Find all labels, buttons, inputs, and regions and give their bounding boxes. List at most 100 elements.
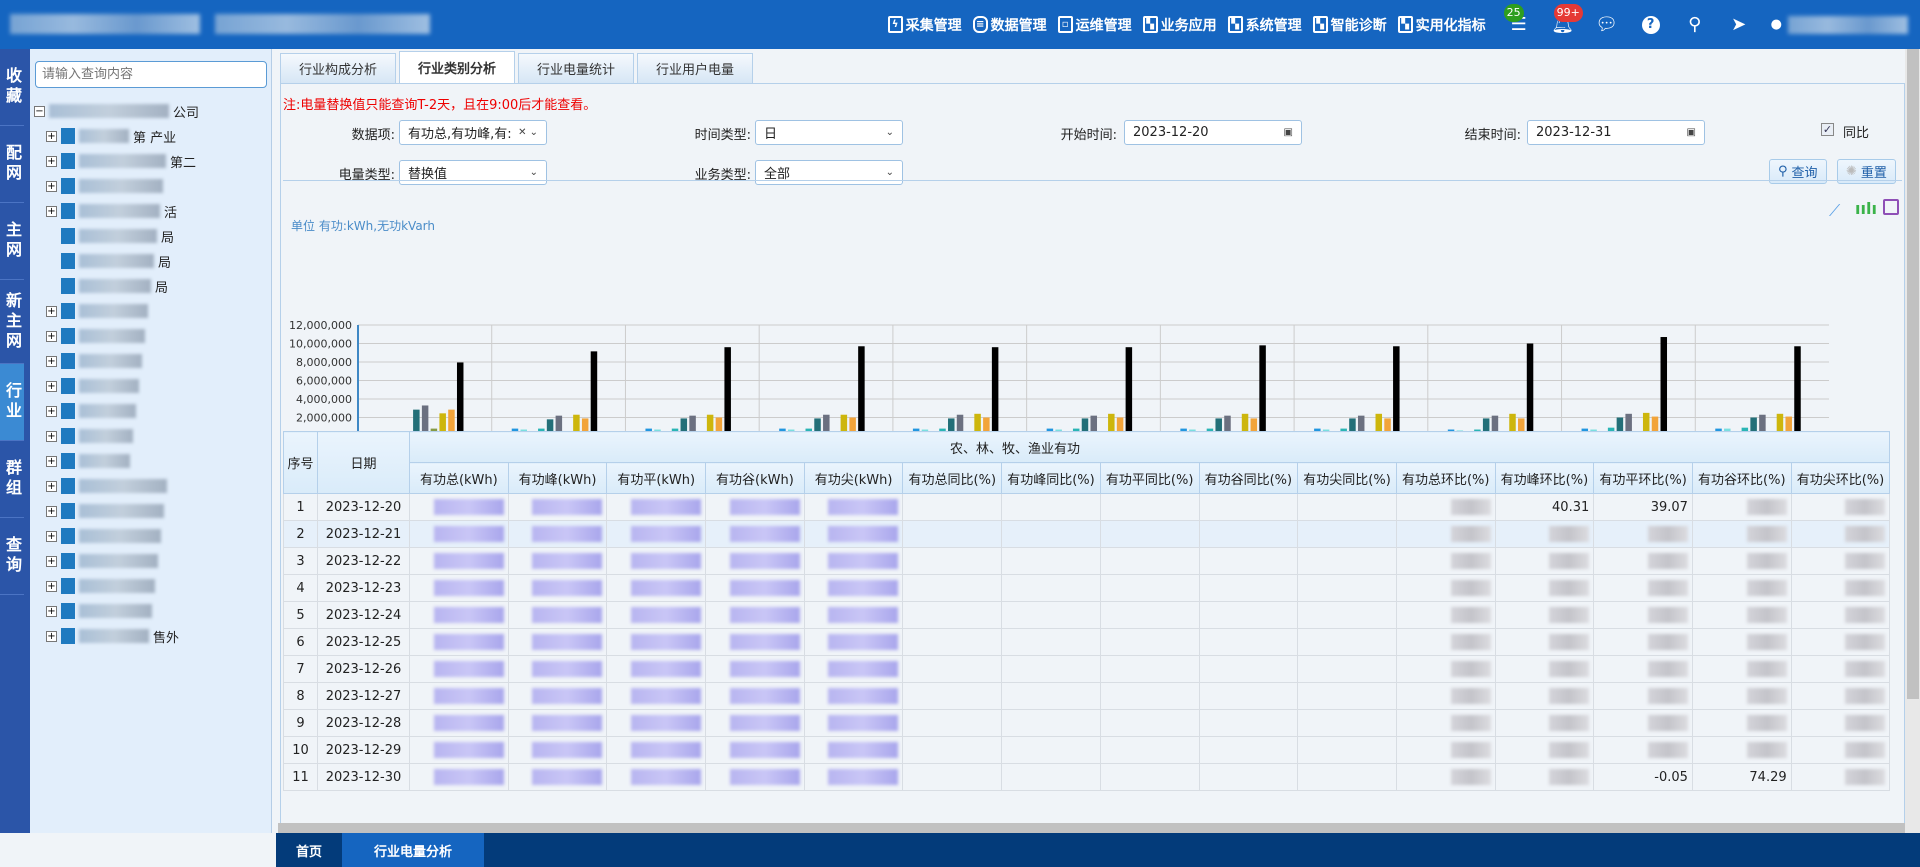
user-menu[interactable]: ● — [1771, 15, 1908, 34]
table-cell[interactable] — [507, 493, 608, 521]
nav-system[interactable]: ▚ 系统管理 — [1227, 15, 1302, 35]
nav-diagnosis[interactable]: ▚ 智能诊断 — [1312, 15, 1387, 35]
table-cell[interactable] — [705, 574, 805, 602]
value-link[interactable] — [729, 634, 800, 650]
table-cell[interactable] — [409, 628, 509, 656]
tree-item[interactable]: 局 — [46, 276, 168, 296]
expand-icon[interactable]: + — [46, 380, 57, 392]
expand-icon[interactable]: + — [46, 180, 57, 192]
expand-icon[interactable]: + — [46, 405, 57, 417]
tree-item[interactable]: + — [46, 526, 165, 546]
value-link[interactable] — [433, 742, 504, 758]
expand-icon[interactable]: + — [46, 130, 57, 142]
table-cell[interactable] — [606, 520, 707, 548]
value-link[interactable] — [631, 769, 702, 785]
expand-icon[interactable]: + — [46, 505, 57, 517]
value-link[interactable] — [729, 526, 800, 542]
table-cell[interactable] — [705, 709, 805, 737]
tree-item[interactable]: + — [46, 451, 134, 471]
bar-有功总-12-27[interactable] — [1393, 346, 1400, 435]
table-cell[interactable] — [606, 682, 707, 710]
table-cell[interactable] — [705, 628, 805, 656]
value-link[interactable] — [828, 526, 899, 542]
value-link[interactable] — [433, 715, 504, 731]
tree-item[interactable]: + 第 产业 — [46, 126, 176, 146]
value-link[interactable] — [532, 526, 603, 542]
table-cell[interactable] — [705, 520, 805, 548]
value-link[interactable] — [433, 553, 504, 569]
value-link[interactable] — [532, 742, 603, 758]
value-link[interactable] — [532, 688, 603, 704]
tree-item[interactable]: + 第二 — [46, 151, 196, 171]
expand-icon[interactable]: + — [46, 330, 57, 342]
nav-collect[interactable]: ϟ 采集管理 — [887, 15, 962, 35]
expand-icon[interactable]: + — [46, 480, 57, 492]
nav-business[interactable]: ▚ 业务应用 — [1142, 15, 1217, 35]
value-link[interactable] — [729, 769, 800, 785]
table-cell[interactable] — [409, 547, 509, 575]
table-cell[interactable] — [507, 628, 608, 656]
tab-1[interactable]: 行业类别分析 — [399, 51, 516, 83]
column-header[interactable]: 有功尖同比(%) — [1297, 462, 1397, 494]
tree-item[interactable]: + — [46, 476, 171, 496]
value-link[interactable] — [532, 769, 603, 785]
expand-icon[interactable]: + — [46, 205, 57, 217]
table-cell[interactable] — [803, 628, 904, 656]
column-header[interactable]: 有功平环比(%) — [1593, 462, 1693, 494]
calendar-icon[interactable]: ▣ — [1284, 127, 1293, 138]
value-link[interactable] — [631, 526, 702, 542]
table-cell[interactable] — [803, 763, 904, 791]
value-link[interactable] — [433, 661, 504, 677]
value-link[interactable] — [729, 499, 800, 515]
tree-item[interactable]: + — [46, 576, 159, 596]
value-link[interactable] — [631, 499, 702, 515]
expand-icon[interactable]: + — [46, 155, 57, 167]
value-link[interactable] — [631, 634, 702, 650]
bar-有功总-12-20[interactable] — [456, 362, 464, 435]
table-cell[interactable] — [606, 601, 707, 629]
value-link[interactable] — [828, 742, 899, 758]
table-cell[interactable] — [507, 709, 608, 737]
bar-有功总-12-23[interactable] — [858, 346, 865, 435]
expand-icon[interactable]: + — [46, 305, 57, 317]
table-cell[interactable] — [409, 574, 509, 602]
leftnav-item[interactable]: 收藏 — [0, 49, 24, 126]
bar-有功总-12-29[interactable] — [1660, 337, 1668, 435]
data-item-select[interactable]: 有功总,有功峰,有: ✕ ⌄ — [399, 120, 547, 145]
value-link[interactable] — [828, 661, 899, 677]
value-link[interactable] — [532, 580, 603, 596]
leftnav-item[interactable]: 行业 — [0, 364, 24, 441]
table-cell[interactable] — [409, 601, 509, 629]
table-cell[interactable] — [507, 682, 608, 710]
table-cell[interactable] — [705, 655, 805, 683]
value-link[interactable] — [433, 769, 504, 785]
table-cell[interactable] — [705, 547, 805, 575]
value-link[interactable] — [631, 607, 702, 623]
value-link[interactable] — [729, 715, 800, 731]
table-cell[interactable] — [803, 601, 904, 629]
value-link[interactable] — [433, 688, 504, 704]
bar-有功总-12-28[interactable] — [1526, 343, 1534, 436]
column-header[interactable]: 有功尖(kWh) — [803, 462, 904, 494]
tree-item[interactable]: + — [46, 551, 162, 571]
leftnav-item[interactable]: 新主网 — [0, 280, 24, 364]
table-cell[interactable] — [409, 763, 509, 791]
bar-有功总-12-22[interactable] — [724, 347, 731, 435]
nav-indicator[interactable]: ▚ 实用化指标 — [1397, 15, 1486, 35]
value-link[interactable] — [729, 688, 800, 704]
leftnav-item[interactable]: 主网 — [0, 203, 24, 280]
value-link[interactable] — [433, 607, 504, 623]
table-cell[interactable] — [409, 682, 509, 710]
leftnav-item[interactable]: 配网 — [0, 126, 24, 203]
column-header[interactable]: 有功尖环比(%) — [1790, 462, 1891, 494]
value-link[interactable] — [828, 715, 899, 731]
value-link[interactable] — [631, 688, 702, 704]
column-header[interactable]: 有功峰同比(%) — [1001, 462, 1101, 494]
column-header[interactable]: 有功谷环比(%) — [1691, 462, 1792, 494]
bar-有功总-12-24[interactable] — [991, 347, 999, 435]
notifications-button[interactable]: 🔔︎ 99+ — [1551, 3, 1583, 36]
value-link[interactable] — [729, 661, 800, 677]
tree-item[interactable]: + — [46, 426, 137, 446]
value-link[interactable] — [631, 715, 702, 731]
calendar-icon[interactable]: ▣ — [1687, 127, 1696, 138]
